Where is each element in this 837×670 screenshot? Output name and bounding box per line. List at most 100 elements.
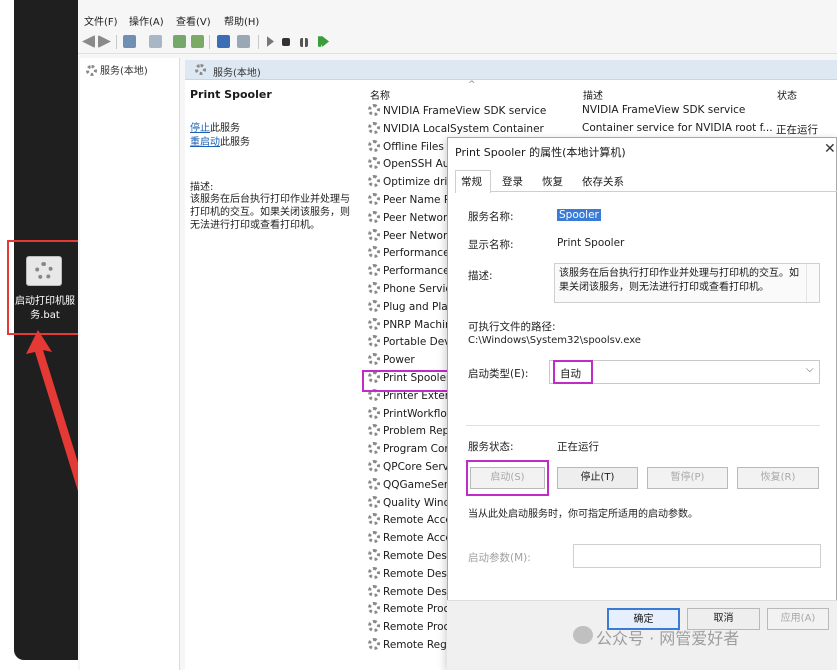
service-row-description: NVIDIA FrameView SDK service [582,104,746,116]
console-tree-icon[interactable] [123,35,136,48]
description-text: 该服务在后台执行打印作业并处理与打印机的交互。如果关闭该服务，则无法进行打印或查… [190,194,350,231]
gear-icon [368,602,380,615]
gear-icon [368,228,380,241]
gear-icon [368,566,380,579]
gear-icon [368,210,380,223]
service-row[interactable]: NVIDIA FrameView SDK service NVIDIA Frame… [368,104,837,122]
exe-path-value: C:\Windows\System32\spoolsv.exe [468,335,641,346]
service-status-value: 正在运行 [557,441,599,453]
service-row-status: 正在运行 [776,123,818,136]
console-tree [80,58,180,670]
gear-icon [368,317,380,330]
gear-icon [368,264,380,277]
gear-icon [368,460,380,472]
service-row-name: Remote Acce [383,514,452,527]
close-icon[interactable]: ✕ [824,141,836,157]
service-row-name: Performance [383,265,450,278]
dialog-title: Print Spooler 的属性(本地计算机) [455,146,626,159]
startup-type-value: 自动 [553,360,593,384]
service-row-name: QPCore Servi [383,461,452,473]
watermark: 公众号 · 网管爱好者 [596,629,740,648]
divider [466,425,820,426]
column-header-description[interactable]: 描述 [583,87,603,102]
gear-icon [368,477,380,490]
gear-icon [368,513,380,526]
startup-type-label: 启动类型(E): [468,368,529,380]
restart-service-link[interactable]: 重启动此服务 [190,133,250,148]
chevron-down-icon[interactable]: ⌵ [806,364,814,375]
start-params-label: 启动参数(M): [468,552,531,564]
service-row-name: Plug and Play [383,300,454,313]
stop-service-icon[interactable] [282,38,290,46]
gear-icon [368,353,380,366]
gear-icon [368,121,380,134]
gear-icon [368,620,380,633]
resume-button[interactable]: 恢复(R) [737,467,819,489]
gear-icon [368,442,380,455]
view-icon[interactable] [237,35,250,48]
gear-icon [195,64,206,75]
tree-node-services-local[interactable]: 服务(本地) [86,62,148,77]
gear-icon [368,157,380,170]
tab-recovery[interactable]: 恢复 [542,174,563,189]
service-row-name: Remote Desk [383,585,453,598]
service-row-name: Remote Desk [383,567,453,580]
apply-button[interactable]: 应用(A) [767,608,829,630]
restart-service-icon[interactable] [318,36,329,47]
menu-action[interactable]: 操作(A) [129,13,164,28]
start-params-input[interactable] [573,544,821,568]
menu-view[interactable]: 查看(V) [176,13,211,28]
column-header-status[interactable]: 状态 [777,87,797,102]
stop-button[interactable]: 停止(T) [557,467,638,489]
pause-service-icon[interactable] [300,38,308,47]
menu-help[interactable]: 帮助(H) [224,13,259,28]
description-scrollbar[interactable] [806,264,819,302]
service-row-name: PrintWorkflo [383,407,447,420]
exe-path-label: 可执行文件的路径: [468,321,556,333]
service-row-name: NVIDIA LocalSystem Container [383,122,544,135]
start-button-highlight [466,460,549,496]
toolbar [78,30,837,54]
service-name-value[interactable]: Spooler [557,209,601,221]
tab-dependencies[interactable]: 依存关系 [582,174,624,189]
pause-button[interactable]: 暂停(P) [647,467,728,489]
gear-icon [368,104,380,116]
service-row-name: Phone Servic [383,283,452,295]
refresh-icon[interactable] [173,35,186,48]
dialog-description-box[interactable]: 该服务在后台执行打印作业并处理与打印机的交互。如果关闭该服务，则无法进行打印或查… [554,263,820,303]
back-icon[interactable] [82,35,95,48]
dialog-description-label: 描述: [468,270,493,282]
gear-icon [368,175,380,188]
gear-icon [368,335,380,348]
gear-icon [368,406,380,419]
display-name-value: Print Spooler [557,237,625,249]
properties-icon[interactable] [149,35,162,48]
service-row-name: Offline Files [383,140,444,153]
service-row-name: Remote Proc [383,621,450,634]
service-row-name: Portable Devi [383,336,454,349]
service-row-description: Container service for NVIDIA root f... [582,121,773,134]
gear-icon [368,299,380,312]
display-name-label: 显示名称: [468,239,514,251]
gear-icon [368,584,380,597]
service-status-label: 服务状态: [468,441,514,453]
service-row-name: Peer Networ [383,211,448,224]
help-icon[interactable] [217,35,230,48]
service-row-name: Power [383,354,415,367]
service-row-name: Optimize driv [383,176,454,189]
service-row-name: PNRP Machin [383,318,452,331]
stop-service-link[interactable]: 停止此服务 [190,119,240,134]
gear-icon [368,495,380,508]
menu-file[interactable]: 文件(F) [84,13,118,28]
tab-logon[interactable]: 登录 [502,174,523,189]
gear-icon [368,424,380,437]
tab-general[interactable]: 常规 [461,174,482,189]
forward-icon[interactable] [98,35,111,48]
pane-header: 服务(本地) [185,60,837,80]
service-row-name: Remote Acce [383,532,452,545]
start-service-icon[interactable] [267,36,274,47]
export-icon[interactable] [191,35,204,48]
service-row-name: Program Con [383,443,452,456]
column-header-name[interactable]: 名称 [370,87,390,102]
menu-bar: 文件(F) 操作(A) 查看(V) 帮助(H) [78,10,837,30]
